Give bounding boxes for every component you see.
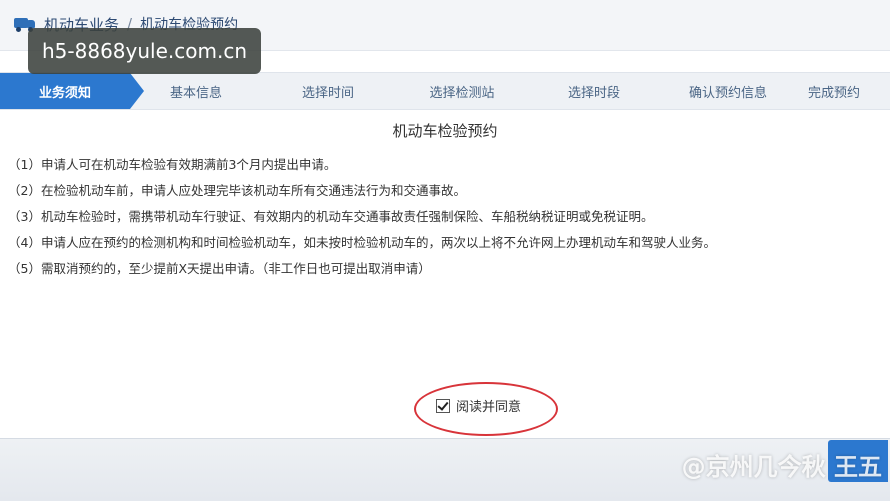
agree-text: 阅读并同意 — [456, 400, 522, 415]
rules-list: （1）申请人可在机动车检验有效期满前3个月内提出申请。 （2）在检验机动车前，申… — [8, 152, 878, 282]
agree-checkbox[interactable] — [436, 398, 450, 413]
step-business-notice[interactable]: 业务须知 — [0, 73, 144, 109]
step-select-period[interactable]: 选择时段 — [530, 73, 658, 109]
rule-item: （4）申请人应在预约的检测机构和时间检验机动车，如未按时检验机动车的，两次以上将… — [8, 235, 716, 250]
step-bar: 业务须知 基本信息 选择时间 选择检测站 选择时段 确认预约信息 完成预约 — [0, 72, 890, 110]
step-select-station[interactable]: 选择检测站 — [394, 73, 530, 109]
rule-item: （5）需取消预约的，至少提前X天提出申请。（非工作日也可提出取消申请） — [8, 261, 431, 276]
rule-item: （2）在检验机动车前，申请人应处理完毕该机动车所有交通违法行为和交通事故。 — [8, 183, 466, 198]
step-select-time[interactable]: 选择时间 — [262, 73, 394, 109]
agree-checkbox-label[interactable]: 阅读并同意 — [436, 396, 521, 415]
watermark-url: h5-8868yule.com.cn — [28, 28, 261, 74]
page-title: 机动车检验预约 — [392, 122, 498, 140]
step-basic-info[interactable]: 基本信息 — [130, 73, 262, 109]
step-complete[interactable]: 完成预约 — [798, 73, 890, 109]
watermark-author: @京州几今秋 王五 — [681, 453, 882, 481]
step-confirm-info[interactable]: 确认预约信息 — [658, 73, 798, 109]
rule-item: （3）机动车检验时，需携带机动车行驶证、有效期内的机动车交通事故责任强制保险、车… — [8, 209, 654, 224]
rule-item: （1）申请人可在机动车检验有效期满前3个月内提出申请。 — [8, 157, 337, 172]
